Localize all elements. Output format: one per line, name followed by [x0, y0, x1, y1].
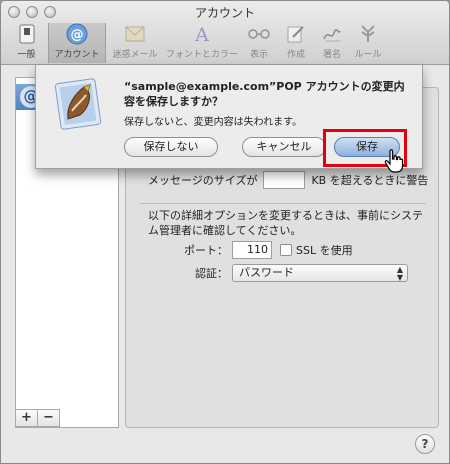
rules-icon [357, 23, 379, 45]
authentication-row: 認証： パスワード ▲ ▼ [148, 264, 408, 282]
toolbar-signatures-label: 署名 [322, 50, 341, 60]
message-size-row: メッセージのサイズが KB を超えるときに警告 [148, 171, 428, 189]
toolbar-rules-label: ルール [354, 50, 382, 60]
remove-account-button[interactable]: − [37, 409, 60, 427]
ssl-checkbox[interactable] [280, 244, 292, 256]
toolbar-general[interactable]: 一般 [5, 23, 48, 63]
glasses-icon [248, 23, 270, 45]
message-size-label: メッセージのサイズが [148, 174, 258, 187]
add-account-button[interactable]: + [15, 409, 38, 427]
updown-arrows-icon: ▲ ▼ [396, 265, 403, 282]
svg-text:@: @ [71, 28, 84, 43]
divider [140, 203, 426, 204]
ssl-label: SSL を使用 [296, 244, 353, 257]
title-bar: アカウント 一般 @ アカウント 迷惑メール A フォントとカラー 表示 作成 … [1, 1, 449, 65]
message-size-suffix: KB を超えるときに警告 [311, 174, 429, 187]
message-size-input[interactable] [263, 171, 306, 189]
dont-save-button[interactable]: 保存しない [124, 137, 218, 157]
toolbar: 一般 @ アカウント 迷惑メール A フォントとカラー 表示 作成 署名 ルール [5, 23, 386, 63]
cancel-button[interactable]: キャンセル [242, 137, 326, 157]
compose-icon [285, 23, 307, 45]
toolbar-composing[interactable]: 作成 [278, 23, 314, 63]
port-label: ポート： [184, 244, 228, 257]
authentication-label: 認証： [195, 267, 228, 280]
port-row: ポート： 110 SSL を使用 [148, 241, 353, 259]
toolbar-signatures[interactable]: 署名 [314, 23, 350, 63]
toolbar-junk-mail-label: 迷惑メール [112, 50, 158, 60]
help-button[interactable]: ? [415, 434, 435, 454]
svg-text:A: A [194, 24, 209, 45]
mail-app-icon [54, 75, 104, 131]
switch-icon [16, 23, 38, 45]
toolbar-viewing[interactable]: 表示 [240, 23, 278, 63]
junk-mail-icon [124, 23, 146, 45]
advanced-options-note: 以下の詳細オプションを変更するときは、事前にシステム管理者に確認してください。 [148, 209, 423, 237]
account-list-controls: + − [15, 409, 60, 427]
dialog-title: “sample@example.com”POP アカウントの変更内容を保存します… [124, 80, 405, 108]
toolbar-junk-mail[interactable]: 迷惑メール [106, 23, 164, 63]
preferences-window: アカウント 一般 @ アカウント 迷惑メール A フォントとカラー 表示 作成 … [0, 0, 450, 464]
font-icon: A [191, 23, 213, 45]
hand-cursor-icon [384, 149, 404, 173]
toolbar-rules[interactable]: ルール [350, 23, 386, 63]
window-title: アカウント [194, 6, 255, 20]
toolbar-viewing-label: 表示 [249, 50, 268, 60]
toolbar-accounts[interactable]: @ アカウント [48, 23, 106, 63]
at-icon: @ [66, 23, 88, 45]
toolbar-composing-label: 作成 [286, 50, 305, 60]
dialog-message: 保存しないと、変更内容は失われます。 [124, 117, 303, 128]
authentication-select[interactable]: パスワード ▲ ▼ [232, 264, 408, 282]
toolbar-general-label: 一般 [17, 50, 36, 60]
authentication-value: パスワード [239, 266, 294, 279]
signature-icon [321, 23, 343, 45]
toolbar-fonts-colors[interactable]: A フォントとカラー [164, 23, 240, 63]
toolbar-fonts-colors-label: フォントとカラー [165, 50, 238, 60]
port-input[interactable]: 110 [232, 241, 272, 259]
toolbar-accounts-label: アカウント [54, 50, 100, 60]
